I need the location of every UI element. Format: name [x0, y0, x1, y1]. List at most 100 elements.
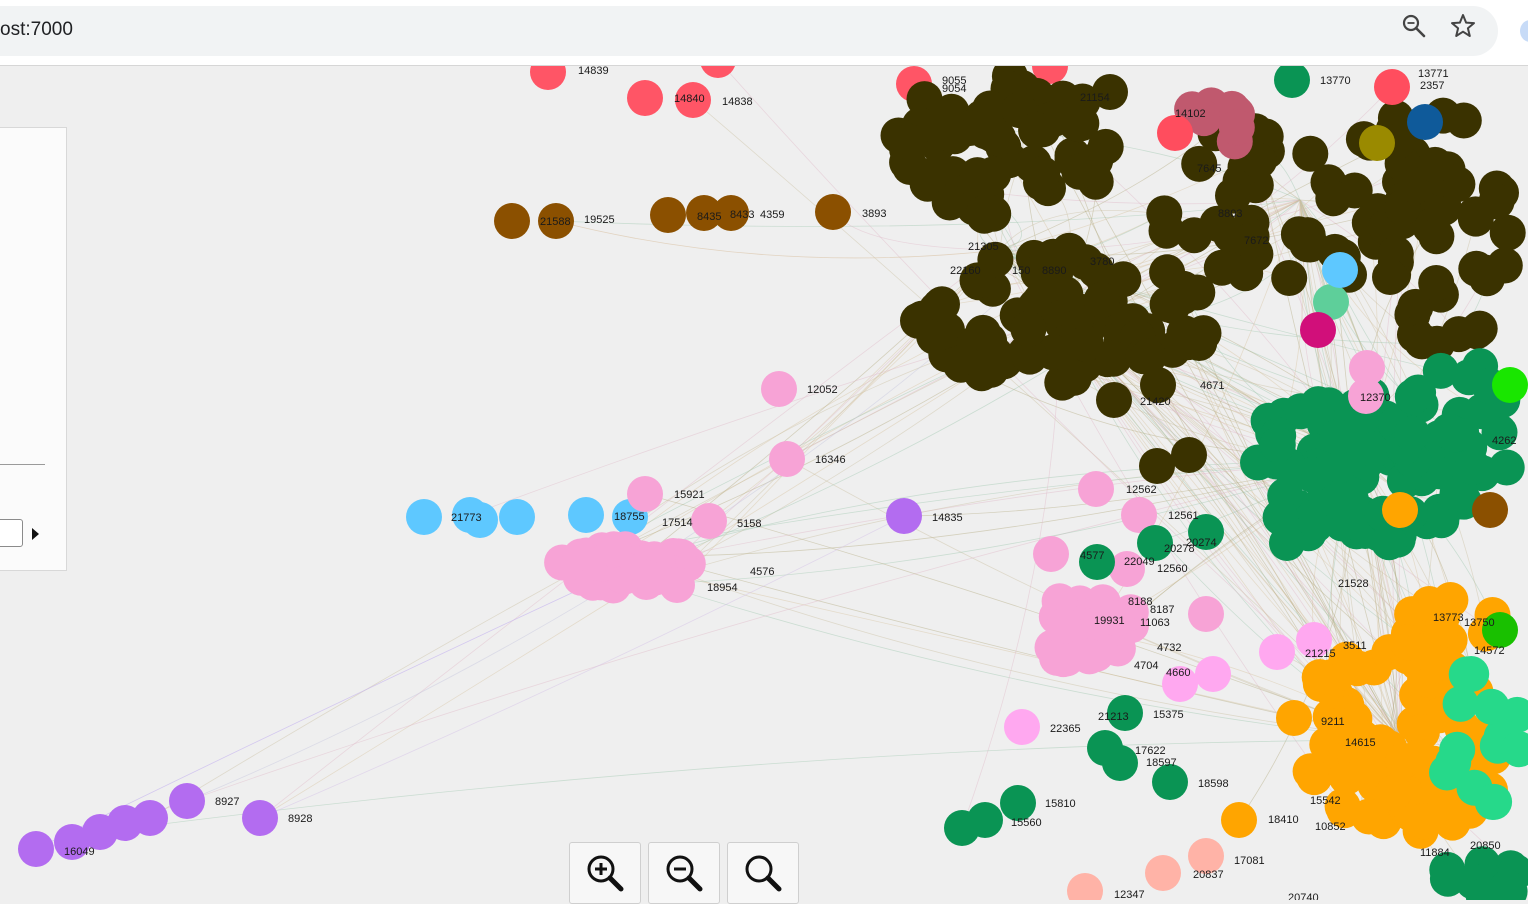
graph-node[interactable] [1319, 418, 1356, 455]
graph-node[interactable] [568, 497, 604, 533]
graph-node[interactable] [1259, 634, 1295, 670]
graph-node[interactable] [691, 503, 727, 539]
graph-node[interactable] [1469, 260, 1505, 297]
zoom-reset-button[interactable] [727, 842, 799, 904]
panel-input[interactable] [0, 519, 23, 547]
graph-node[interactable] [1046, 607, 1082, 644]
graph-node[interactable] [1394, 415, 1430, 452]
graph-node[interactable] [761, 371, 797, 407]
graph-node[interactable] [1259, 426, 1296, 463]
graph-node[interactable] [1359, 125, 1395, 161]
graph-node[interactable] [1289, 226, 1326, 263]
graph-node[interactable] [1018, 111, 1055, 148]
zoom-in-button[interactable] [569, 842, 641, 904]
graph-node[interactable] [1473, 688, 1510, 725]
graph-node[interactable] [406, 499, 442, 535]
graph-node[interactable] [1448, 656, 1485, 693]
graph-node[interactable] [1371, 524, 1408, 561]
graph-node[interactable] [1170, 324, 1207, 361]
star-icon[interactable] [1449, 12, 1477, 40]
graph-node[interactable] [1417, 146, 1454, 183]
graph-node[interactable] [815, 194, 851, 230]
graph-node[interactable] [18, 831, 54, 867]
graph-node[interactable] [1300, 312, 1336, 348]
graph-node[interactable] [1000, 785, 1036, 821]
graph-node[interactable] [1375, 774, 1412, 811]
graph-node[interactable] [1435, 744, 1472, 781]
graph-node[interactable] [1096, 382, 1132, 418]
graph-node[interactable] [1061, 153, 1098, 190]
graph-node[interactable] [1024, 156, 1061, 192]
graph-node[interactable] [944, 810, 980, 846]
graph-node[interactable] [1301, 659, 1338, 696]
graph-node[interactable] [499, 499, 535, 535]
zoom-out-button[interactable] [648, 842, 720, 904]
graph-node[interactable] [1474, 784, 1511, 820]
graph-node[interactable] [1218, 109, 1255, 146]
graph-node[interactable] [1322, 252, 1358, 288]
graph-node[interactable] [1269, 525, 1305, 561]
graph-node[interactable] [1176, 217, 1213, 254]
graph-node[interactable] [886, 498, 922, 534]
graph-node[interactable] [1152, 764, 1188, 800]
graph-node[interactable] [1418, 265, 1455, 301]
graph-node[interactable] [1058, 105, 1095, 142]
graph-node[interactable] [1436, 416, 1473, 453]
network-graph-canvas[interactable]: 14839 14840 14838 9055 9054 21154 14102 13770 23… [0, 66, 1528, 900]
graph-node[interactable] [1146, 195, 1183, 232]
graph-node[interactable] [627, 80, 663, 116]
graph-node[interactable] [924, 286, 960, 323]
graph-node[interactable] [1145, 855, 1181, 891]
graph-node[interactable] [1188, 596, 1224, 632]
node-layer[interactable] [18, 66, 1528, 900]
graph-node[interactable] [1382, 492, 1418, 528]
graph-node[interactable] [769, 441, 805, 477]
graph-node[interactable] [1033, 536, 1069, 572]
graph-node[interactable] [1078, 471, 1114, 507]
graph-node[interactable] [936, 118, 973, 155]
graph-node[interactable] [132, 800, 168, 836]
graph-node[interactable] [169, 783, 205, 819]
graph-node[interactable] [1165, 270, 1202, 307]
graph-node[interactable] [1407, 104, 1443, 140]
graph-node[interactable] [1039, 639, 1076, 676]
graph-node[interactable] [1055, 359, 1092, 396]
graph-node[interactable] [1067, 873, 1103, 900]
graph-node[interactable] [1372, 259, 1408, 295]
graph-node[interactable] [1332, 481, 1369, 518]
profile-avatar[interactable] [1520, 20, 1528, 42]
graph-node[interactable] [1010, 311, 1047, 348]
graph-node[interactable] [1071, 638, 1108, 675]
graph-node[interactable] [972, 351, 1009, 388]
graph-node[interactable] [1102, 745, 1138, 781]
graph-node[interactable] [530, 66, 566, 90]
address-bar[interactable]: ost:7000 [0, 6, 1498, 56]
graph-node[interactable] [1276, 700, 1312, 736]
graph-node[interactable] [1157, 115, 1193, 151]
graph-node[interactable] [1454, 449, 1491, 485]
graph-node[interactable] [1274, 66, 1310, 98]
graph-svg[interactable]: 1483914840 1483890559054211541410213770 23… [0, 66, 1528, 900]
graph-node[interactable] [1339, 650, 1376, 687]
magnifier-icon[interactable] [1400, 12, 1428, 40]
graph-node[interactable] [1374, 69, 1410, 105]
graph-node[interactable] [659, 567, 695, 603]
graph-node[interactable] [1083, 282, 1120, 318]
play-arrow-icon[interactable] [32, 528, 39, 540]
graph-node[interactable] [1348, 747, 1385, 784]
graph-node[interactable] [1271, 260, 1308, 296]
graph-node[interactable] [965, 195, 1002, 232]
graph-node[interactable] [650, 197, 686, 233]
graph-node[interactable] [1445, 102, 1482, 139]
graph-node[interactable] [1221, 802, 1257, 838]
graph-node[interactable] [965, 314, 1001, 351]
graph-node[interactable] [700, 66, 736, 78]
graph-node[interactable] [595, 531, 632, 568]
graph-node[interactable] [891, 123, 927, 160]
graph-node[interactable] [1195, 656, 1231, 692]
graph-node[interactable] [1203, 249, 1240, 286]
graph-node[interactable] [627, 476, 663, 512]
graph-node[interactable] [1478, 183, 1515, 220]
graph-node[interactable] [1004, 709, 1040, 745]
graph-node[interactable] [1405, 803, 1442, 840]
